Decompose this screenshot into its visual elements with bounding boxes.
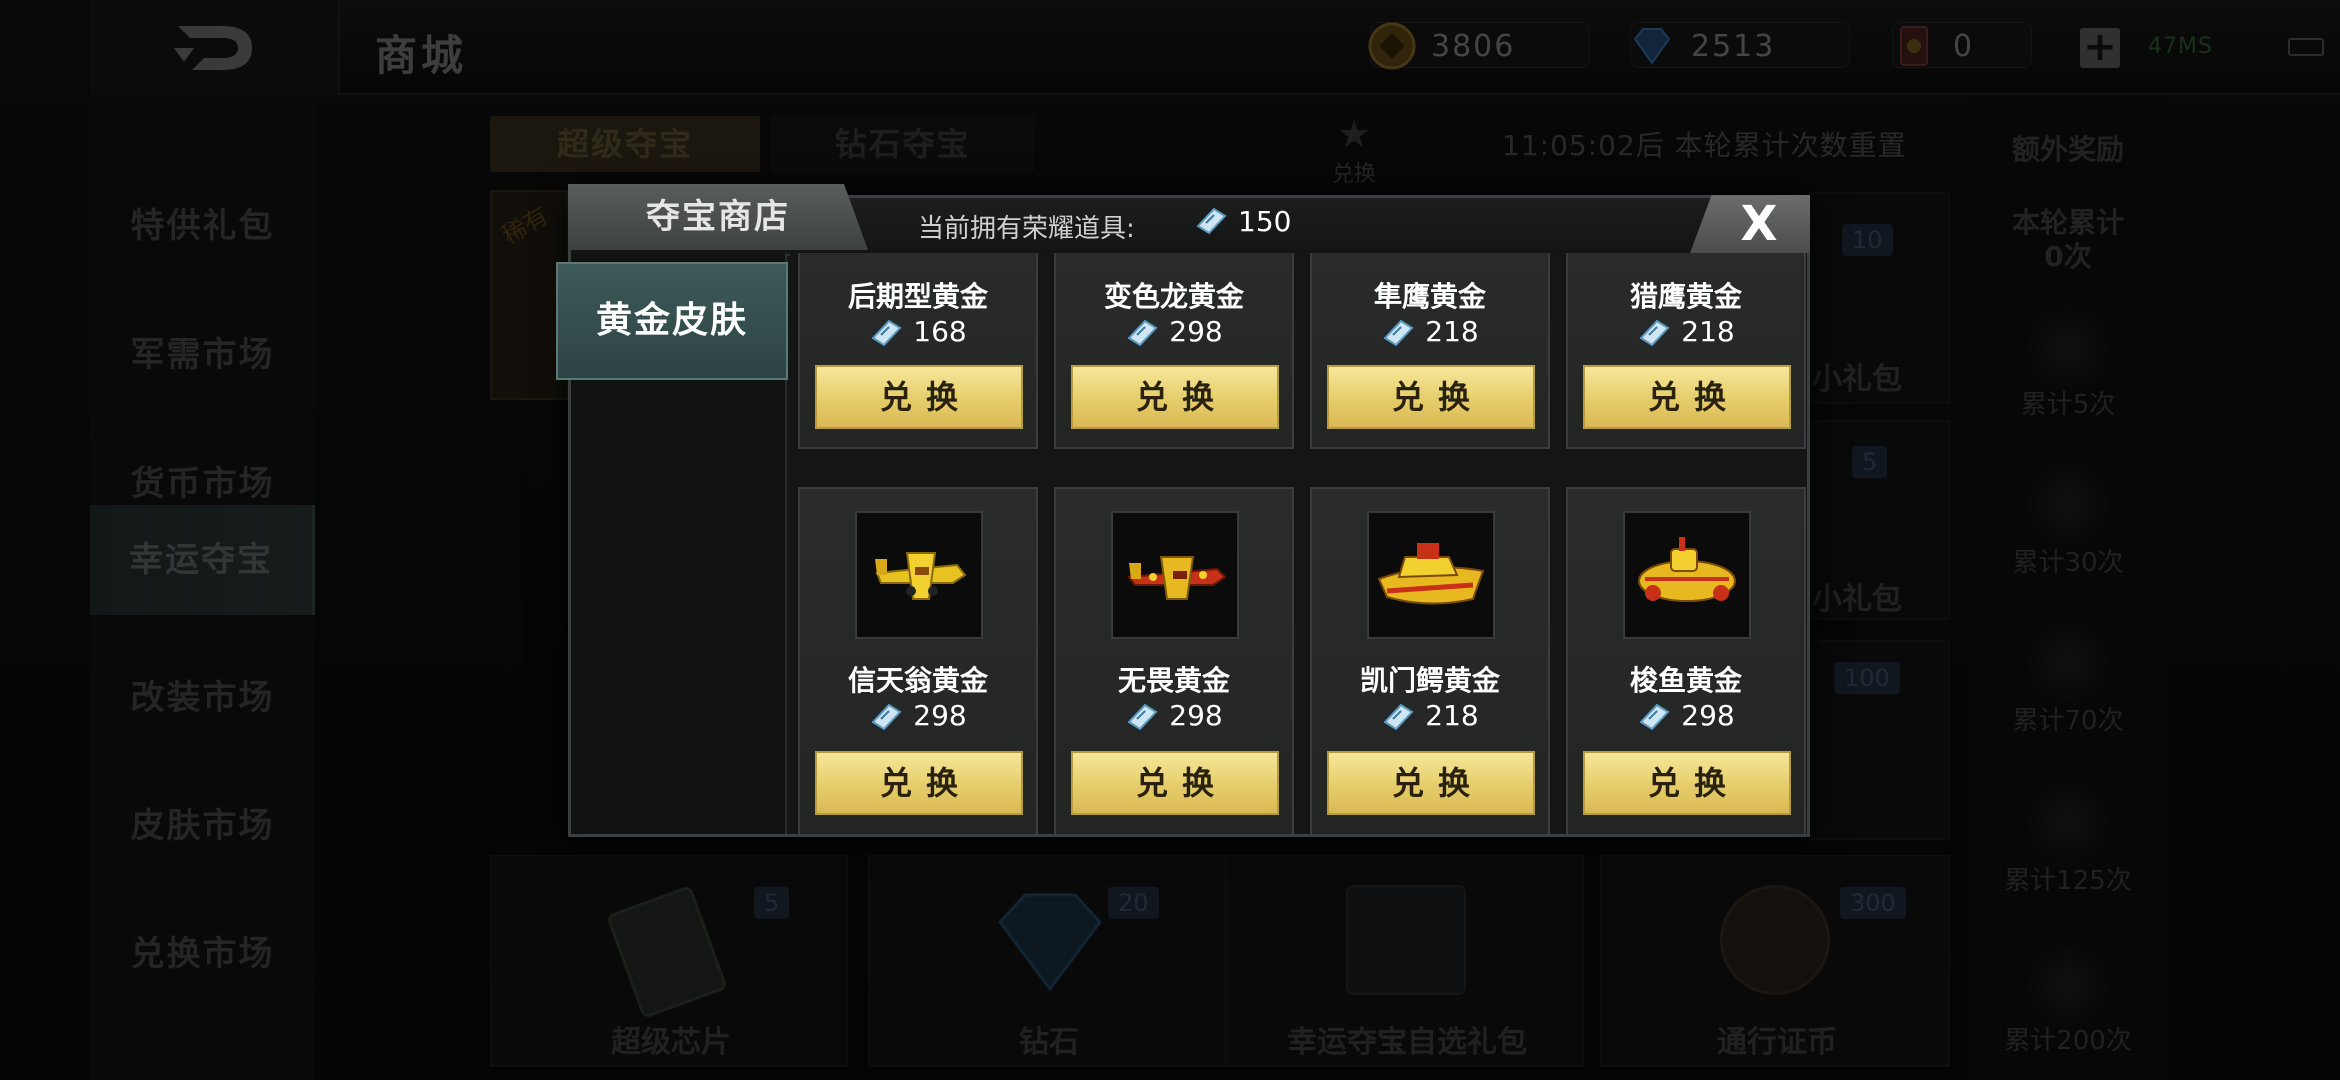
gold-plane-yellow-icon (855, 511, 983, 639)
exchange-button[interactable]: 兑换 (1327, 365, 1535, 429)
item-name: 凯门鳄黄金 (1359, 664, 1500, 697)
game-screen: 商城 3806 2513 0 + 47MS 特供礼包 军需市场 货币市场 幸运夺… (0, 0, 2340, 1080)
exchange-button[interactable]: 兑换 (1583, 751, 1791, 815)
price-value: 218 (1425, 699, 1479, 732)
item-name: 后期型黄金 (847, 280, 988, 313)
item-name: 隼鹰黄金 (1373, 280, 1486, 313)
price-value: 298 (913, 699, 967, 732)
price-value: 298 (1169, 699, 1223, 732)
item-price: 298 (1568, 699, 1804, 732)
price-value: 298 (1681, 699, 1735, 732)
item-price: 218 (1568, 315, 1804, 348)
honor-ticket-icon (871, 319, 902, 347)
item-name: 猎鹰黄金 (1629, 280, 1742, 313)
exchange-button[interactable]: 兑换 (1327, 751, 1535, 815)
price-value: 218 (1425, 315, 1479, 348)
gold-boat-icon (1367, 511, 1495, 639)
item-card: 梭鱼黄金 298 兑换 (1566, 487, 1806, 834)
honor-ticket-icon (1127, 319, 1158, 347)
price-value: 168 (913, 315, 967, 348)
item-card: 无畏黄金 298 兑换 (1054, 487, 1294, 834)
modal-title: 夺宝商店 (568, 184, 868, 250)
item-card: 信天翁黄金 298 兑换 (798, 487, 1038, 834)
honor-ticket-icon (1194, 206, 1228, 240)
item-price: 298 (800, 699, 1036, 732)
item-card: 后期型黄金 168 兑换 (798, 253, 1038, 449)
price-value: 218 (1681, 315, 1735, 348)
honor-ticket-icon (1383, 319, 1414, 347)
item-price: 218 (1312, 315, 1548, 348)
owned-label: 当前拥有荣耀道具: (918, 214, 1135, 244)
item-card: 猎鹰黄金 218 兑换 (1566, 253, 1806, 449)
gold-submarine-icon (1623, 511, 1751, 639)
honor-ticket-icon (1639, 703, 1670, 731)
exchange-button[interactable]: 兑换 (1071, 751, 1279, 815)
price-value: 298 (1169, 315, 1223, 348)
exchange-button[interactable]: 兑换 (1071, 365, 1279, 429)
item-price: 168 (800, 315, 1036, 348)
honor-ticket-icon (871, 703, 902, 731)
item-grid[interactable]: 后期型黄金 168 兑换 变色龙黄金 298 兑换 隼鹰黄金 218 兑换 猎鹰… (790, 253, 1807, 834)
item-name: 变色龙黄金 (1103, 280, 1244, 313)
item-price: 298 (1056, 699, 1292, 732)
item-card: 变色龙黄金 298 兑换 (1054, 253, 1294, 449)
exchange-button[interactable]: 兑换 (1583, 365, 1791, 429)
owned-value: 150 (1238, 205, 1292, 238)
item-card: 隼鹰黄金 218 兑换 (1310, 253, 1550, 449)
gold-plane-red-icon (1111, 511, 1239, 639)
item-price: 298 (1056, 315, 1292, 348)
honor-ticket-icon (1639, 319, 1670, 347)
category-tab-gold-skin[interactable]: 黄金皮肤 (556, 262, 788, 380)
exchange-button[interactable]: 兑换 (815, 751, 1023, 815)
item-name: 无畏黄金 (1117, 664, 1230, 697)
honor-ticket-icon (1383, 703, 1414, 731)
item-name: 梭鱼黄金 (1629, 664, 1742, 697)
item-card: 凯门鳄黄金 218 兑换 (1310, 487, 1550, 834)
honor-ticket-icon (1127, 703, 1158, 731)
exchange-button[interactable]: 兑换 (815, 365, 1023, 429)
item-price: 218 (1312, 699, 1548, 732)
item-name: 信天翁黄金 (847, 664, 988, 697)
